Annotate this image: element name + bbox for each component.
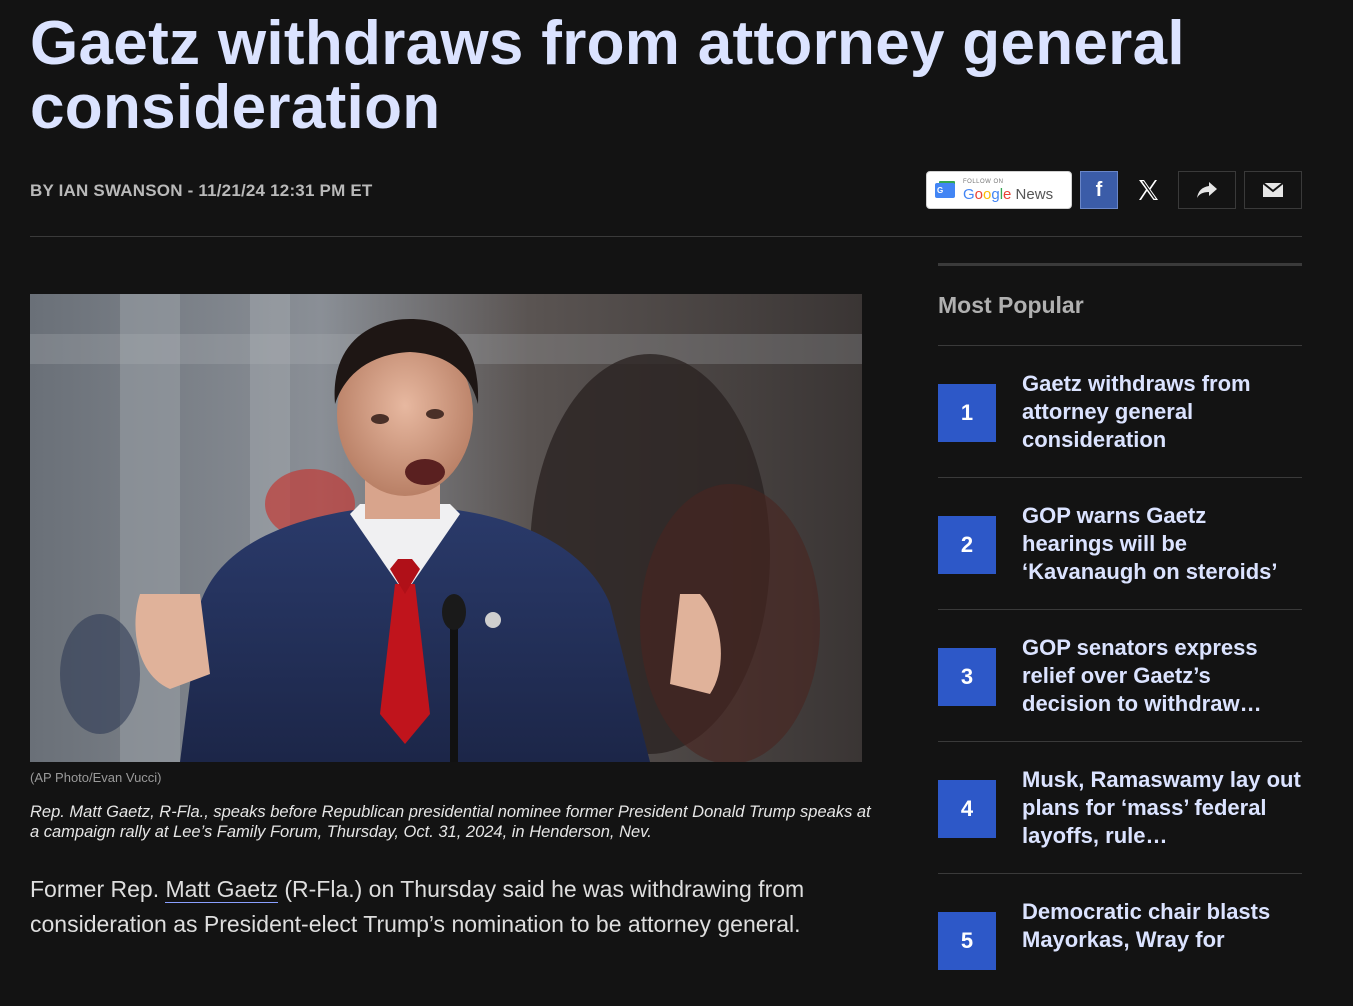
google-news-label: Google News — [963, 185, 1054, 203]
email-icon — [1262, 182, 1284, 197]
popular-item-title[interactable]: GOP senators express relief over Gaetz’s… — [1022, 634, 1302, 718]
google-news-icon: G — [935, 181, 957, 199]
popular-item-4[interactable]: 4 Musk, Ramaswamy lay out plans for ‘mas… — [938, 742, 1302, 874]
popular-item-title[interactable]: Gaetz withdraws from attorney general co… — [1022, 370, 1302, 454]
article-byline: BY IAN SWANSON - 11/21/24 12:31 PM ET — [30, 181, 373, 200]
share-bar: G FOLLOW ON Google News f — [926, 171, 1302, 209]
google-news-follow-label: FOLLOW ON — [963, 178, 1004, 185]
popular-item-title[interactable]: Democratic chair blasts Mayorkas, Wray f… — [1022, 898, 1302, 954]
article-photo — [30, 294, 862, 762]
most-popular-sidebar: Most Popular 1 Gaetz withdraws from atto… — [938, 263, 1302, 1006]
facebook-share-button[interactable]: f — [1080, 171, 1118, 209]
share-arrow-icon — [1197, 182, 1217, 198]
sidebar-top-rule — [938, 263, 1302, 266]
google-news-follow-button[interactable]: G FOLLOW ON Google News — [926, 171, 1072, 209]
photo-caption: Rep. Matt Gaetz, R-Fla., speaks before R… — [30, 803, 871, 841]
popular-rank-badge: 1 — [938, 384, 996, 442]
article-body-paragraph: Former Rep. Matt Gaetz (R-Fla.) on Thurs… — [30, 872, 900, 942]
popular-rank-badge: 5 — [938, 912, 996, 970]
popular-rank-badge: 3 — [938, 648, 996, 706]
popular-item-5[interactable]: 5 Democratic chair blasts Mayorkas, Wray… — [938, 874, 1302, 1006]
most-popular-title: Most Popular — [938, 292, 1084, 318]
article-headline: Gaetz withdraws from attorney general co… — [30, 9, 1185, 142]
popular-rank-badge: 2 — [938, 516, 996, 574]
article-photo-image — [30, 294, 862, 762]
x-icon — [1139, 180, 1158, 200]
popular-item-title[interactable]: GOP warns Gaetz hearings will be ‘Kavana… — [1022, 502, 1302, 586]
x-share-button[interactable] — [1126, 171, 1170, 209]
facebook-icon: f — [1095, 178, 1103, 201]
email-share-button[interactable] — [1244, 171, 1302, 209]
popular-item-1[interactable]: 1 Gaetz withdraws from attorney general … — [938, 346, 1302, 478]
popular-item-title[interactable]: Musk, Ramaswamy lay out plans for ‘mass’… — [1022, 766, 1302, 850]
popular-item-2[interactable]: 2 GOP warns Gaetz hearings will be ‘Kava… — [938, 478, 1302, 610]
google-news-text: FOLLOW ON Google News — [963, 179, 1053, 202]
popular-rank-badge: 4 — [938, 780, 996, 838]
body-text-start: Former Rep. — [30, 876, 166, 902]
matt-gaetz-link[interactable]: Matt Gaetz — [165, 876, 278, 903]
photo-credit: (AP Photo/Evan Vucci) — [30, 770, 162, 785]
popular-item-3[interactable]: 3 GOP senators express relief over Gaetz… — [938, 610, 1302, 742]
byline-row: BY IAN SWANSON - 11/21/24 12:31 PM ET G … — [30, 170, 1302, 210]
share-button[interactable] — [1178, 171, 1236, 209]
header-divider — [30, 236, 1302, 237]
